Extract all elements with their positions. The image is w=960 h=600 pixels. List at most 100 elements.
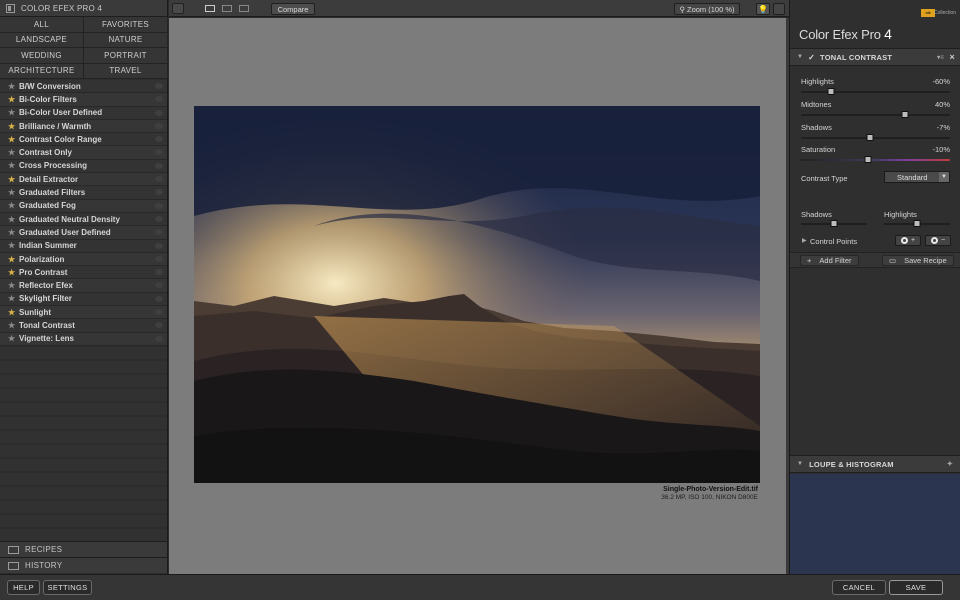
preview-eye-icon[interactable] — [155, 83, 163, 89]
filter-item[interactable]: ★ Reflector Efex — [0, 279, 167, 293]
slider-knob[interactable] — [827, 88, 835, 95]
compare-button[interactable]: Compare — [271, 3, 315, 15]
filter-item[interactable]: ★ Tonal Contrast — [0, 319, 167, 333]
filter-item[interactable]: ★ Graduated Neutral Density — [0, 212, 167, 227]
category-architecture[interactable]: ARCHITECTURE — [0, 63, 84, 79]
favorite-star-icon[interactable]: ★ — [8, 188, 18, 197]
preview-eye-icon[interactable] — [155, 255, 163, 262]
collapse-triangle-icon[interactable]: ▼ — [797, 461, 803, 467]
filter-menu-icon[interactable]: ▾≡ — [937, 54, 944, 61]
filter-item[interactable]: ★ Contrast Color Range — [0, 133, 167, 147]
settings-button[interactable]: SETTINGS — [43, 580, 92, 595]
favorite-star-icon[interactable]: ★ — [8, 268, 18, 277]
favorite-star-icon[interactable]: ★ — [8, 281, 18, 290]
close-icon[interactable]: × — [950, 52, 955, 62]
preview-eye-icon[interactable] — [155, 335, 163, 342]
favorite-star-icon[interactable]: ★ — [8, 95, 18, 104]
filter-item[interactable]: ★ Indian Summer — [0, 239, 167, 253]
favorite-star-icon[interactable]: ★ — [8, 255, 18, 264]
slider-knob[interactable] — [830, 220, 838, 227]
favorite-star-icon[interactable]: ★ — [8, 294, 18, 303]
preview-eye-icon[interactable] — [155, 269, 163, 276]
tonal-contrast-header[interactable]: ▼ ✓ TONAL CONTRAST ▾≡ × — [790, 48, 960, 66]
category-wedding[interactable]: WEDDING — [0, 48, 84, 64]
preview-eye-icon[interactable] — [155, 149, 163, 156]
loupe-toggle-button[interactable] — [773, 3, 785, 15]
filter-item[interactable]: ★ Pro Contrast — [0, 266, 167, 280]
filter-item[interactable]: ★ Vignette: Lens — [0, 332, 167, 346]
category-landscape[interactable]: LANDSCAPE — [0, 32, 84, 48]
add-control-point-button[interactable]: + — [895, 235, 921, 246]
add-filter-button[interactable]: + Add Filter — [800, 255, 859, 266]
filter-item[interactable]: ★ Polarization — [0, 252, 167, 267]
save-button[interactable]: SAVE — [889, 580, 943, 595]
filter-item[interactable]: ★ Graduated Filters — [0, 186, 167, 200]
preview-eye-icon[interactable] — [155, 322, 163, 329]
single-view-icon[interactable] — [205, 5, 215, 12]
preview-eye-icon[interactable] — [155, 282, 163, 289]
preview-eye-icon[interactable] — [155, 202, 163, 209]
panel-toggle-icon[interactable] — [6, 3, 15, 13]
favorite-star-icon[interactable]: ★ — [8, 135, 18, 144]
preview-eye-icon[interactable] — [155, 309, 163, 316]
expand-triangle-icon[interactable]: ▶ — [802, 237, 807, 244]
favorite-star-icon[interactable]: ★ — [8, 201, 18, 210]
help-button[interactable]: HELP — [7, 580, 40, 595]
loupe-histogram-header[interactable]: ▼ LOUPE & HISTOGRAM ✦ — [790, 455, 960, 473]
loupe-view[interactable] — [790, 474, 960, 574]
favorite-star-icon[interactable]: ★ — [8, 122, 18, 131]
recipes-section[interactable]: RECIPES — [0, 541, 167, 557]
filter-item[interactable]: ★ Bi-Color User Defined — [0, 106, 167, 120]
image-canvas[interactable]: Single-Photo-Version-Edit.tif 36.2 MP, I… — [169, 18, 786, 574]
slider-knob[interactable] — [866, 134, 874, 141]
collapse-triangle-icon[interactable]: ▼ — [797, 54, 803, 60]
split-view-icon[interactable] — [222, 5, 232, 12]
filter-item[interactable]: ★ Sunlight — [0, 306, 167, 320]
favorite-star-icon[interactable]: ★ — [8, 321, 18, 330]
slider-track[interactable] — [801, 137, 950, 139]
save-recipe-button[interactable]: ▭ Save Recipe — [882, 255, 954, 266]
preview-eye-icon[interactable] — [155, 189, 163, 196]
favorite-star-icon[interactable]: ★ — [8, 108, 18, 117]
pin-icon[interactable]: ✦ — [947, 460, 953, 468]
slider-knob[interactable] — [901, 111, 909, 118]
favorite-star-icon[interactable]: ★ — [8, 148, 18, 157]
preview-eye-icon[interactable] — [155, 242, 163, 249]
filter-item[interactable]: ★ Detail Extractor — [0, 173, 167, 187]
favorite-star-icon[interactable]: ★ — [8, 175, 18, 184]
category-travel[interactable]: TRAVEL — [84, 63, 168, 79]
filter-item[interactable]: ★ Skylight Filter — [0, 292, 167, 307]
slider-track[interactable] — [801, 91, 950, 93]
filter-item[interactable]: ★ Brilliance / Warmth — [0, 119, 167, 134]
slider-track[interactable] — [801, 159, 950, 161]
favorite-star-icon[interactable]: ★ — [8, 241, 18, 250]
filter-item[interactable]: ★ B/W Conversion — [0, 80, 167, 94]
filter-item[interactable]: ★ Contrast Only — [0, 146, 167, 160]
category-nature[interactable]: NATURE — [84, 32, 168, 48]
preview-image[interactable] — [194, 106, 760, 483]
preview-eye-icon[interactable] — [155, 176, 163, 183]
contrast-type-select[interactable]: Standard ▼ — [884, 171, 950, 183]
category-portrait[interactable]: PORTRAIT — [84, 48, 168, 64]
preview-eye-icon[interactable] — [155, 109, 163, 116]
cancel-button[interactable]: CANCEL — [832, 580, 886, 595]
favorite-star-icon[interactable]: ★ — [8, 161, 18, 170]
preview-eye-icon[interactable] — [155, 122, 163, 129]
favorite-star-icon[interactable]: ★ — [8, 308, 18, 317]
background-toggle-icon[interactable]: 💡 — [756, 3, 770, 15]
slider-knob[interactable] — [913, 220, 921, 227]
category-favorites[interactable]: FAVORITES — [84, 17, 168, 33]
filter-item[interactable]: ★ Cross Processing — [0, 159, 167, 174]
side-by-side-view-icon[interactable] — [239, 5, 249, 12]
hide-panel-button[interactable] — [172, 3, 184, 14]
remove-control-point-button[interactable]: − — [925, 235, 951, 246]
filter-item[interactable]: ★ Graduated User Defined — [0, 226, 167, 240]
filter-item[interactable]: ★ Graduated Fog — [0, 199, 167, 213]
history-section[interactable]: HISTORY — [0, 557, 167, 573]
preview-eye-icon[interactable] — [155, 295, 163, 302]
filter-item[interactable]: ★ Bi-Color Filters — [0, 93, 167, 107]
preview-eye-icon[interactable] — [155, 215, 163, 222]
favorite-star-icon[interactable]: ★ — [8, 82, 18, 91]
preview-eye-icon[interactable] — [155, 229, 163, 236]
slider-track[interactable] — [801, 114, 950, 116]
